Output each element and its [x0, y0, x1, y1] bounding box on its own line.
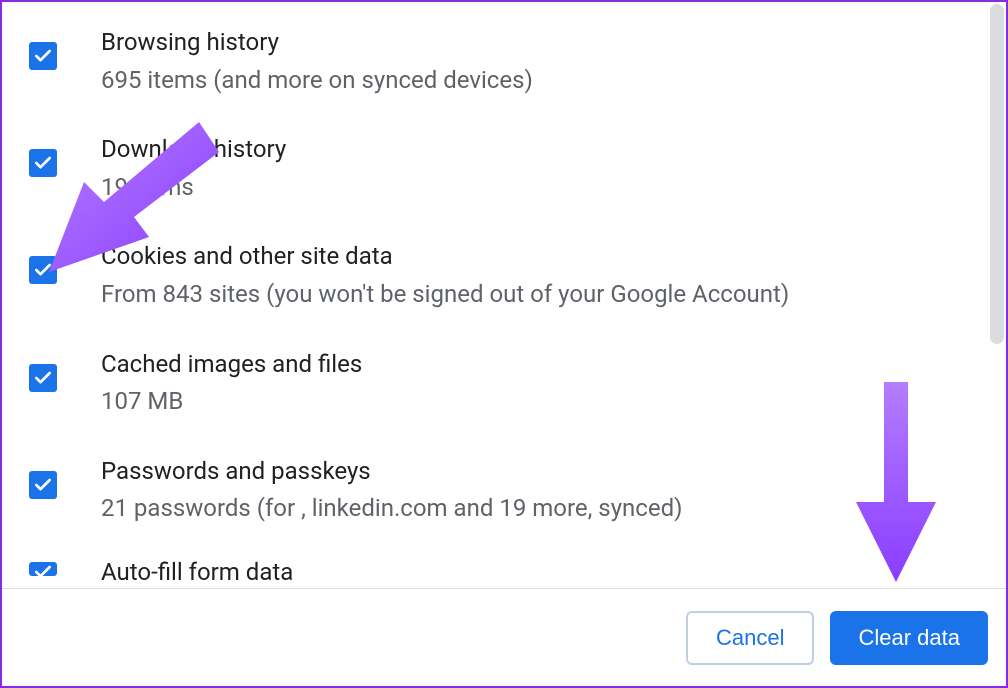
checkbox-passwords[interactable]: [29, 471, 57, 499]
option-subtitle: 19 items: [101, 171, 976, 205]
option-browsing-history: Browsing history 695 items (and more on …: [29, 20, 976, 97]
option-autofill: Auto-fill form data: [29, 556, 976, 588]
option-title: Download history: [101, 133, 976, 167]
options-scroll-area: Browsing history 695 items (and more on …: [2, 2, 1006, 588]
option-title: Passwords and passkeys: [101, 455, 976, 489]
cancel-button-label: Cancel: [716, 625, 784, 651]
checkbox-autofill[interactable]: [29, 562, 57, 576]
clear-data-button-label: Clear data: [858, 625, 960, 651]
option-text: Passwords and passkeys 21 passwords (for…: [101, 449, 976, 526]
option-text: Cached images and files 107 MB: [101, 342, 976, 419]
option-passwords: Passwords and passkeys 21 passwords (for…: [29, 449, 976, 526]
option-subtitle: 695 items (and more on synced devices): [101, 64, 976, 98]
check-icon: [33, 368, 53, 388]
option-download-history: Download history 19 items: [29, 127, 976, 204]
option-title: Auto-fill form data: [101, 556, 976, 588]
option-title: Browsing history: [101, 26, 976, 60]
check-icon: [33, 260, 53, 280]
check-icon: [33, 562, 53, 576]
option-title: Cached images and files: [101, 348, 976, 382]
check-icon: [33, 46, 53, 66]
checkbox-cached[interactable]: [29, 364, 57, 392]
option-cached: Cached images and files 107 MB: [29, 342, 976, 419]
scrollbar[interactable]: [990, 4, 1004, 344]
option-subtitle: From 843 sites (you won't be signed out …: [101, 278, 976, 312]
checkbox-cookies[interactable]: [29, 256, 57, 284]
options-list: Browsing history 695 items (and more on …: [2, 20, 1006, 588]
option-text: Auto-fill form data: [101, 556, 976, 588]
option-title: Cookies and other site data: [101, 240, 976, 274]
clear-data-button[interactable]: Clear data: [830, 611, 988, 665]
option-text: Cookies and other site data From 843 sit…: [101, 234, 976, 311]
option-text: Download history 19 items: [101, 127, 976, 204]
option-subtitle: 107 MB: [101, 385, 976, 419]
checkbox-download-history[interactable]: [29, 149, 57, 177]
check-icon: [33, 475, 53, 495]
cancel-button[interactable]: Cancel: [686, 611, 814, 665]
option-subtitle: 21 passwords (for , linkedin.com and 19 …: [101, 492, 976, 526]
option-cookies: Cookies and other site data From 843 sit…: [29, 234, 976, 311]
dialog-footer: Cancel Clear data: [2, 588, 1006, 686]
option-text: Browsing history 695 items (and more on …: [101, 20, 976, 97]
check-icon: [33, 153, 53, 173]
checkbox-browsing-history[interactable]: [29, 42, 57, 70]
